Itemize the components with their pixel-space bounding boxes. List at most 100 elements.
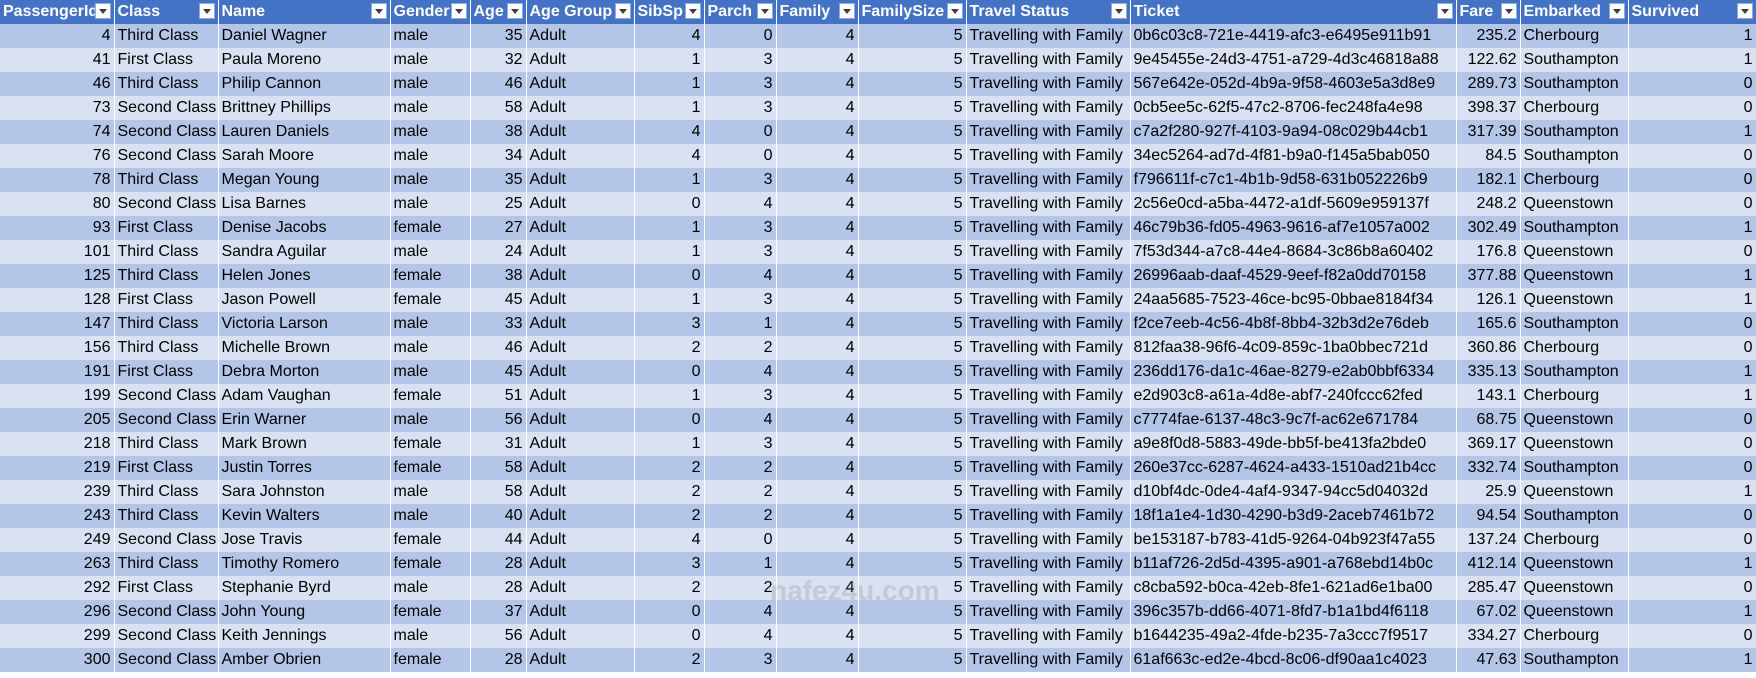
cell-fare[interactable]: 285.47: [1456, 576, 1521, 600]
filter-dropdown-icon[interactable]: [838, 3, 855, 19]
cell-ticket[interactable]: 9e45455e-24d3-4751-a729-4d3c46818a88: [1130, 48, 1457, 72]
cell-embarked[interactable]: Cherbourg: [1520, 336, 1629, 360]
cell-family[interactable]: 4: [776, 600, 859, 624]
cell-embarked[interactable]: Queenstown: [1520, 240, 1629, 264]
cell-parch[interactable]: 3: [704, 216, 777, 240]
cell-name[interactable]: Timothy Romero: [218, 552, 391, 576]
cell-gender[interactable]: male: [390, 120, 471, 144]
cell-ticket[interactable]: b11af726-2d5d-4395-a901-a768ebd14b0c: [1130, 552, 1457, 576]
cell-sibsp[interactable]: 1: [634, 240, 705, 264]
cell-fare[interactable]: 84.5: [1456, 144, 1521, 168]
cell-name[interactable]: Daniel Wagner: [218, 24, 391, 48]
cell-fare[interactable]: 235.2: [1456, 24, 1521, 48]
cell-embarked[interactable]: Southampton: [1520, 312, 1629, 336]
cell-sibsp[interactable]: 2: [634, 504, 705, 528]
cell-class[interactable]: First Class: [114, 360, 219, 384]
cell-sibsp[interactable]: 1: [634, 384, 705, 408]
cell-embarked[interactable]: Cherbourg: [1520, 24, 1629, 48]
cell-class[interactable]: First Class: [114, 288, 219, 312]
cell-class[interactable]: Second Class: [114, 96, 219, 120]
cell-fare[interactable]: 369.17: [1456, 432, 1521, 456]
cell-age[interactable]: 27: [470, 216, 527, 240]
column-header-sibsp[interactable]: SibSp: [634, 0, 705, 24]
cell-survived[interactable]: 1: [1628, 648, 1756, 672]
cell-class[interactable]: Second Class: [114, 192, 219, 216]
cell-name[interactable]: Mark Brown: [218, 432, 391, 456]
cell-age[interactable]: 32: [470, 48, 527, 72]
cell-survived[interactable]: 0: [1628, 168, 1756, 192]
cell-passengerid[interactable]: 219: [0, 456, 115, 480]
cell-passengerid[interactable]: 78: [0, 168, 115, 192]
cell-class[interactable]: First Class: [114, 576, 219, 600]
cell-family[interactable]: 4: [776, 624, 859, 648]
cell-sibsp[interactable]: 3: [634, 552, 705, 576]
cell-age-group[interactable]: Adult: [526, 336, 635, 360]
cell-passengerid[interactable]: 300: [0, 648, 115, 672]
cell-gender[interactable]: male: [390, 312, 471, 336]
cell-ticket[interactable]: b1644235-49a2-4fde-b235-7a3ccc7f9517: [1130, 624, 1457, 648]
cell-name[interactable]: Stephanie Byrd: [218, 576, 391, 600]
cell-survived[interactable]: 1: [1628, 264, 1756, 288]
cell-familysize[interactable]: 5: [858, 552, 967, 576]
cell-name[interactable]: Helen Jones: [218, 264, 391, 288]
cell-age-group[interactable]: Adult: [526, 192, 635, 216]
cell-travel-status[interactable]: Travelling with Family: [966, 72, 1131, 96]
cell-class[interactable]: Third Class: [114, 504, 219, 528]
cell-travel-status[interactable]: Travelling with Family: [966, 384, 1131, 408]
cell-age-group[interactable]: Adult: [526, 408, 635, 432]
cell-survived[interactable]: 0: [1628, 96, 1756, 120]
filter-dropdown-icon[interactable]: [756, 3, 773, 19]
cell-survived[interactable]: 0: [1628, 432, 1756, 456]
cell-gender[interactable]: female: [390, 648, 471, 672]
cell-travel-status[interactable]: Travelling with Family: [966, 48, 1131, 72]
cell-ticket[interactable]: f796611f-c7c1-4b1b-9d58-631b052226b9: [1130, 168, 1457, 192]
cell-parch[interactable]: 3: [704, 168, 777, 192]
column-header-name[interactable]: Name: [218, 0, 391, 24]
cell-class[interactable]: Second Class: [114, 648, 219, 672]
cell-sibsp[interactable]: 3: [634, 312, 705, 336]
cell-age-group[interactable]: Adult: [526, 120, 635, 144]
cell-family[interactable]: 4: [776, 336, 859, 360]
cell-age-group[interactable]: Adult: [526, 528, 635, 552]
cell-sibsp[interactable]: 1: [634, 288, 705, 312]
cell-name[interactable]: Justin Torres: [218, 456, 391, 480]
cell-fare[interactable]: 122.62: [1456, 48, 1521, 72]
cell-class[interactable]: First Class: [114, 456, 219, 480]
cell-parch[interactable]: 3: [704, 72, 777, 96]
cell-parch[interactable]: 0: [704, 528, 777, 552]
cell-name[interactable]: Brittney Phillips: [218, 96, 391, 120]
cell-class[interactable]: Third Class: [114, 264, 219, 288]
cell-passengerid[interactable]: 147: [0, 312, 115, 336]
cell-age[interactable]: 37: [470, 600, 527, 624]
cell-survived[interactable]: 0: [1628, 504, 1756, 528]
cell-gender[interactable]: female: [390, 552, 471, 576]
cell-sibsp[interactable]: 2: [634, 480, 705, 504]
cell-family[interactable]: 4: [776, 576, 859, 600]
cell-name[interactable]: Sandra Aguilar: [218, 240, 391, 264]
cell-name[interactable]: Lauren Daniels: [218, 120, 391, 144]
cell-ticket[interactable]: 396c357b-dd66-4071-8fd7-b1a1bd4f6118: [1130, 600, 1457, 624]
cell-survived[interactable]: 0: [1628, 312, 1756, 336]
cell-ticket[interactable]: be153187-b783-41d5-9264-04b923f47a55: [1130, 528, 1457, 552]
filter-dropdown-icon[interactable]: [684, 3, 701, 19]
cell-family[interactable]: 4: [776, 648, 859, 672]
filter-dropdown-icon[interactable]: [94, 3, 111, 19]
cell-familysize[interactable]: 5: [858, 336, 967, 360]
cell-class[interactable]: Second Class: [114, 384, 219, 408]
cell-familysize[interactable]: 5: [858, 456, 967, 480]
cell-sibsp[interactable]: 1: [634, 96, 705, 120]
cell-parch[interactable]: 0: [704, 120, 777, 144]
cell-travel-status[interactable]: Travelling with Family: [966, 24, 1131, 48]
cell-age-group[interactable]: Adult: [526, 360, 635, 384]
cell-fare[interactable]: 248.2: [1456, 192, 1521, 216]
cell-family[interactable]: 4: [776, 264, 859, 288]
cell-fare[interactable]: 47.63: [1456, 648, 1521, 672]
cell-sibsp[interactable]: 0: [634, 360, 705, 384]
cell-gender[interactable]: female: [390, 600, 471, 624]
cell-sibsp[interactable]: 0: [634, 600, 705, 624]
cell-embarked[interactable]: Cherbourg: [1520, 624, 1629, 648]
cell-embarked[interactable]: Southampton: [1520, 144, 1629, 168]
cell-passengerid[interactable]: 199: [0, 384, 115, 408]
cell-gender[interactable]: female: [390, 288, 471, 312]
cell-travel-status[interactable]: Travelling with Family: [966, 456, 1131, 480]
